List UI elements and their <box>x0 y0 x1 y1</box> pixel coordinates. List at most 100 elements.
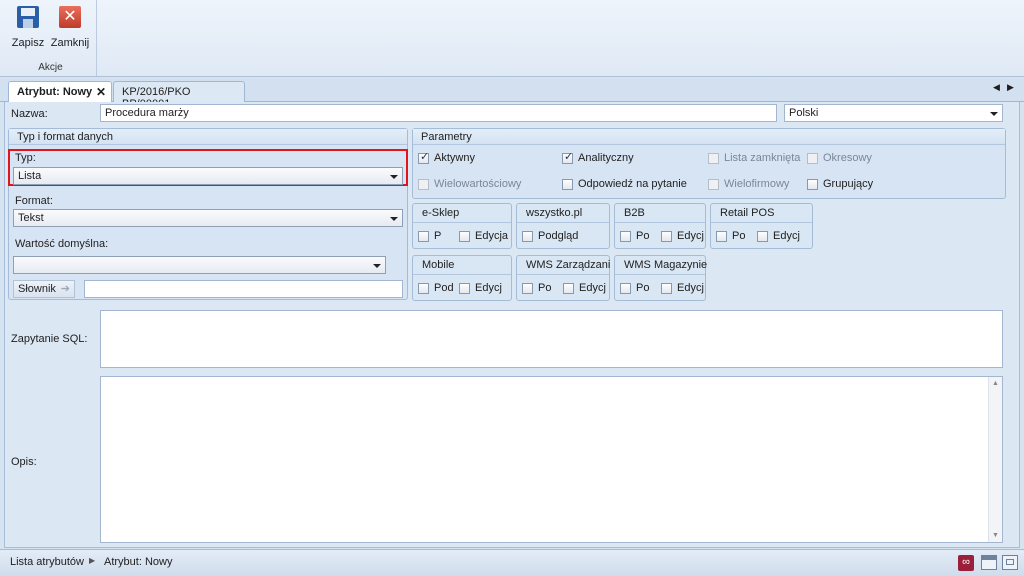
description-label: Opis: <box>11 456 37 468</box>
dictionary-label: Słownik <box>18 283 56 295</box>
divider <box>517 222 609 223</box>
check-icon: ✓ <box>420 151 430 163</box>
group-option-label: Edycja <box>475 230 509 242</box>
group-option-label: Edycj <box>773 230 800 242</box>
divider <box>615 274 705 275</box>
param-checkbox[interactable]: ✓ <box>418 151 430 164</box>
group-title: Mobile <box>422 259 455 271</box>
group-option-checkbox[interactable] <box>459 231 470 242</box>
integration-group-box: WMS Zarządzani Po Edycj <box>516 255 610 301</box>
dictionary-button[interactable]: Słownik ➔ <box>13 280 75 298</box>
integration-group-box: Retail POS Po Edycj <box>710 203 813 249</box>
param-checkbox[interactable] <box>418 179 429 190</box>
type-label: Typ: <box>15 152 36 164</box>
group-option-checkbox[interactable] <box>757 231 768 242</box>
vertical-scrollbar[interactable]: ▲ ▼ <box>988 377 1002 542</box>
integration-group-box: Mobile Pod Edycj <box>412 255 512 301</box>
divider <box>413 274 511 275</box>
default-value-select[interactable] <box>13 256 386 274</box>
param-label: Aktywny <box>434 152 475 164</box>
format-label: Format: <box>15 195 53 207</box>
document-tabs: Atrybut: Nowy ✕ KP/2016/PKO BP/00001 ◀ ▶ <box>0 78 1024 110</box>
group-option-checkbox[interactable] <box>522 231 533 242</box>
type-select[interactable]: Lista <box>13 167 403 185</box>
group-option-checkbox[interactable] <box>716 231 727 242</box>
integration-group-box: e-Sklep P Edycja <box>412 203 512 249</box>
close-button[interactable]: ✕ Zamknij <box>50 4 90 50</box>
ribbon: Zapisz ✕ Zamknij Akcje <box>0 0 1024 77</box>
tab-label: Atrybut: Nowy <box>17 86 93 98</box>
param-checkbox[interactable] <box>708 153 719 164</box>
tab-atrybut-nowy[interactable]: Atrybut: Nowy ✕ <box>8 81 112 103</box>
breadcrumb-item: Atrybut: Nowy <box>104 556 173 568</box>
group-title: B2B <box>624 207 645 219</box>
chevron-down-icon <box>373 264 381 268</box>
group-option-checkbox[interactable] <box>418 283 429 294</box>
integration-group-box: WMS Magazynie Po Edycj <box>614 255 708 301</box>
param-checkbox[interactable] <box>807 179 818 190</box>
param-label: Analityczny <box>578 152 634 164</box>
panel-title: Typ i format danych <box>9 129 407 145</box>
scroll-down-icon[interactable]: ▼ <box>992 532 999 539</box>
save-icon <box>17 6 39 28</box>
dictionary-input[interactable] <box>84 280 403 298</box>
divider <box>517 274 609 275</box>
param-checkbox[interactable] <box>807 153 818 164</box>
integration-group-box: B2B Po Edycj <box>614 203 706 249</box>
group-option-label: Podgląd <box>538 230 579 242</box>
group-option-label: Edycj <box>579 282 606 294</box>
chevron-down-icon <box>390 175 398 179</box>
format-value: Tekst <box>18 212 44 224</box>
param-checkbox[interactable]: ✓ <box>562 151 574 164</box>
format-select[interactable]: Tekst <box>13 209 403 227</box>
sql-textarea[interactable] <box>100 310 1003 368</box>
param-checkbox[interactable] <box>708 179 719 190</box>
group-option-checkbox[interactable] <box>620 231 631 242</box>
check-icon: ✓ <box>564 151 574 163</box>
close-label: Zamknij <box>50 37 90 49</box>
chevron-down-icon <box>990 112 998 116</box>
sql-label: Zapytanie SQL: <box>11 333 88 345</box>
integration-group-box: wszystko.pl Podgląd <box>516 203 610 249</box>
breadcrumb-item[interactable]: Lista atrybutów <box>10 556 84 568</box>
group-option-checkbox[interactable] <box>418 231 429 242</box>
group-option-label: P <box>434 230 442 242</box>
name-label: Nazwa: <box>11 108 48 120</box>
description-textarea[interactable]: ▲ ▼ <box>100 376 1003 543</box>
group-option-label: Po <box>538 282 552 294</box>
arrow-right-icon: ➔ <box>60 283 70 295</box>
language-select[interactable]: Polski <box>784 104 1003 122</box>
param-label: Lista zamknięta <box>724 152 801 164</box>
group-option-label: Po <box>636 282 650 294</box>
save-button[interactable]: Zapisz <box>8 4 48 50</box>
group-option-checkbox[interactable] <box>620 283 631 294</box>
link-icon[interactable]: ∞ <box>958 555 974 571</box>
scroll-right-icon[interactable]: ▶ <box>1007 82 1014 93</box>
group-option-label: Po <box>732 230 746 242</box>
group-option-label: Edycj <box>677 282 704 294</box>
window-icon[interactable] <box>981 555 997 570</box>
group-option-checkbox[interactable] <box>563 283 574 294</box>
group-option-checkbox[interactable] <box>522 283 533 294</box>
close-icon: ✕ <box>59 6 81 28</box>
group-option-label: Pod <box>434 282 454 294</box>
param-checkbox[interactable] <box>562 179 573 190</box>
close-tab-icon[interactable]: ✕ <box>96 85 106 99</box>
name-input[interactable]: Procedura marży <box>100 104 777 122</box>
scroll-left-icon[interactable]: ◀ <box>993 82 1000 93</box>
group-option-label: Po <box>636 230 650 242</box>
group-option-checkbox[interactable] <box>459 283 470 294</box>
panel-title: Parametry <box>413 129 1005 145</box>
group-option-checkbox[interactable] <box>661 231 672 242</box>
group-title: WMS Magazynie <box>624 259 708 271</box>
tab-kp-document[interactable]: KP/2016/PKO BP/00001 <box>113 81 245 110</box>
scroll-up-icon[interactable]: ▲ <box>992 380 999 387</box>
group-option-label: Edycj <box>475 282 502 294</box>
param-label: Wielowartościowy <box>434 178 522 190</box>
type-value: Lista <box>18 170 42 182</box>
save-label: Zapisz <box>11 37 45 49</box>
divider <box>413 222 511 223</box>
group-option-checkbox[interactable] <box>661 283 672 294</box>
param-label: Wielofirmowy <box>724 178 790 190</box>
layout-icon[interactable] <box>1002 555 1018 570</box>
